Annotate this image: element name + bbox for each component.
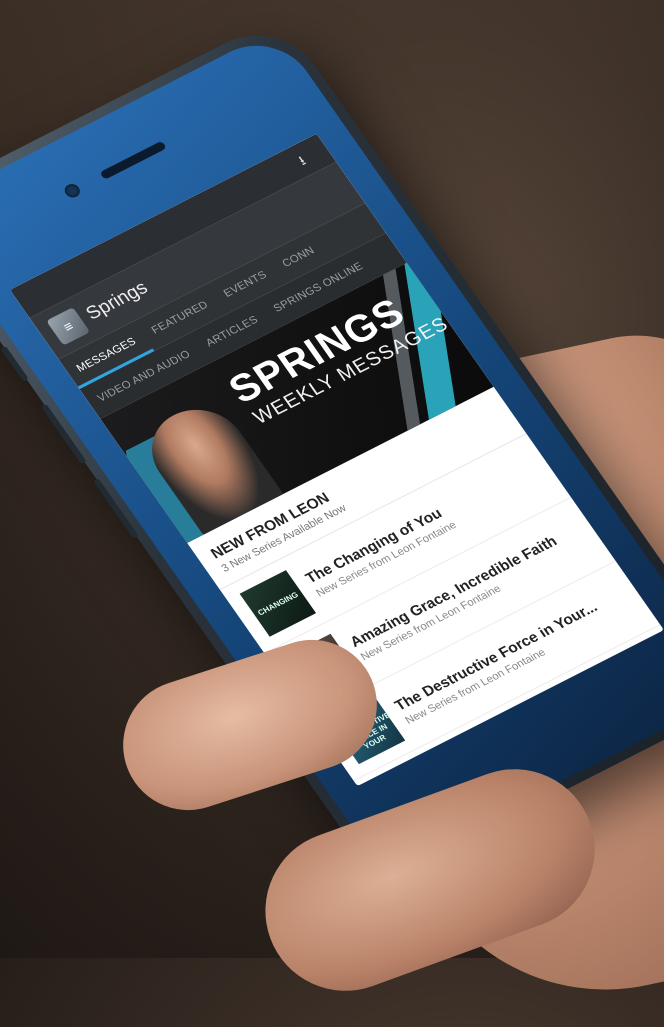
- earpiece-speaker: [99, 140, 167, 180]
- springs-logo-icon[interactable]: ≡: [46, 307, 91, 346]
- series-thumbnail: CHANGING: [239, 570, 317, 637]
- front-camera: [62, 181, 83, 200]
- download-icon: ⭳: [294, 152, 309, 168]
